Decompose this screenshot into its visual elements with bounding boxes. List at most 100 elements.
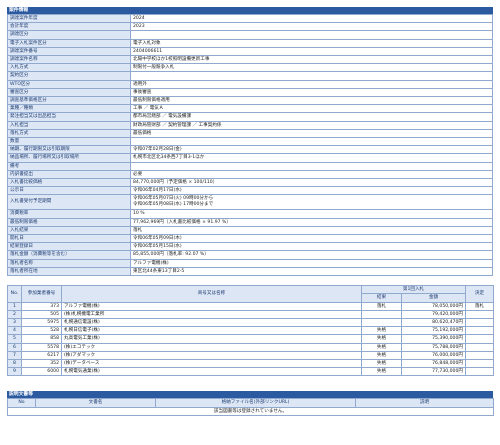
bid-company-name: (株)札幌機電工業所 xyxy=(61,309,362,319)
bid-participant-code: 505 xyxy=(21,309,62,319)
info-row: 電子入札案件区分 電子入札対象 xyxy=(7,38,493,48)
bid-result xyxy=(361,317,402,328)
doc-col-name: 文書名 xyxy=(35,398,156,408)
bid-result: 失格 xyxy=(361,326,402,336)
bid-no: 6 xyxy=(7,342,22,352)
info-value xyxy=(130,71,493,81)
info-row: 落札者名称 アルファ電機(株) xyxy=(7,258,493,268)
bid-no: 5 xyxy=(7,334,22,344)
info-label: 電子入札案件区分 xyxy=(7,38,131,48)
bid-amount: 77,730,000円 xyxy=(401,367,466,377)
info-value: 令和06年05月15日(水) xyxy=(130,242,493,252)
info-label: 数量 xyxy=(7,137,131,147)
info-label: 審査区分 xyxy=(7,87,131,98)
info-label: 調達案件年度 xyxy=(7,13,131,24)
info-value-line: 令和06年05月08日(水) 17時00分まで xyxy=(133,202,214,208)
bid-decision xyxy=(465,367,494,377)
bid-decision xyxy=(465,309,494,319)
bid-participant-code: 352 xyxy=(21,358,62,369)
info-row: 審査区分 事後審査 xyxy=(7,87,493,98)
doc-col-no: No xyxy=(7,398,36,408)
doc-col-desc: 説明 xyxy=(355,398,494,408)
bid-amount: 79,420,000円 xyxy=(401,309,466,319)
info-value xyxy=(130,161,493,171)
col-header-result: 結果 xyxy=(361,293,402,303)
info-value: 令和07年02月28日(金) xyxy=(130,145,493,155)
info-row: 数量 xyxy=(7,137,493,147)
info-row: 契約区分 xyxy=(7,71,493,81)
info-value: 東区北44条東13丁目2-5 xyxy=(130,266,493,277)
info-label: 落札者所在地 xyxy=(7,266,131,277)
info-row: 納期、履行期限又は引取期限 令和07年02月28日(金) xyxy=(7,145,493,155)
info-row: 最低制限価格 77,962,969円（入札書比較価格 × 91.97 %） xyxy=(7,217,493,227)
bid-participant-code: 858 xyxy=(21,334,62,344)
bid-participant-code: 6000 xyxy=(21,367,62,377)
bid-no: 3 xyxy=(7,317,22,328)
info-value: 都市局営繕部 ／ 電気設備課 xyxy=(130,112,493,122)
info-label: 落札者名称 xyxy=(7,258,131,268)
info-label: 消費税率 xyxy=(7,209,131,219)
table-row: 1 373 アルファ電機(株) 落札 78,050,000円 落札 xyxy=(7,301,494,311)
info-value: 事後審査 xyxy=(130,87,493,98)
info-value: 77,962,969円（入札書比較価格 × 91.97 %） xyxy=(130,217,493,227)
bid-participant-code: 6217 xyxy=(21,350,62,360)
info-row: 消費税率 10 % xyxy=(7,209,493,219)
info-value: 10 % xyxy=(130,209,493,219)
info-label: 入札書受付予定期間 xyxy=(7,194,131,211)
info-row: 落札方式 最低価格 xyxy=(7,128,493,139)
bid-results-table: No. 参加業者番号 商号又は名称 第1回入札 決定 結果 金額 1 373 アルフ… xyxy=(7,285,494,377)
info-row: 調達案件名称 北陽中学校ほか1校照明設備更新工事 xyxy=(7,55,493,65)
info-value: 適用外 xyxy=(130,79,493,89)
info-value: 電子入札対象 xyxy=(130,38,493,48)
bid-decision xyxy=(465,334,494,344)
section-header-documents: 説明文書等 xyxy=(7,391,493,399)
info-value: 令和06年04月17日(水) xyxy=(130,186,493,196)
info-row: 調達案件年度 2024 xyxy=(7,13,493,24)
table-row: 6 5578 (株)エコテック 失格 75,788,000円 xyxy=(7,342,494,352)
bid-participant-code: 5578 xyxy=(21,342,62,352)
info-row: 調達区分 xyxy=(7,30,493,40)
info-value: 2024 xyxy=(130,13,493,24)
info-value: 工事 ／ 電気Ａ xyxy=(130,104,493,114)
info-row: 落札者所在地 東区北44条東13丁目2-5 xyxy=(7,266,493,277)
table-row: 2 505 (株)札幌機電工業所 79,420,000円 xyxy=(7,309,494,319)
bid-result: 落札 xyxy=(361,301,402,311)
bid-no: 8 xyxy=(7,358,22,369)
table-row: 9 6000 札幌電気通業(株) 失格 77,730,000円 xyxy=(7,367,494,377)
bid-no: 9 xyxy=(7,367,22,377)
bid-company-name: アルファ電機(株) xyxy=(61,301,362,311)
bid-result: 失格 xyxy=(361,367,402,377)
info-label: 公示日 xyxy=(7,186,131,196)
col-header-name: 商号又は名称 xyxy=(61,285,362,303)
info-label: 入札方式 xyxy=(7,63,131,73)
bid-result: 失格 xyxy=(361,342,402,352)
page: 案件情報 調達案件年度 2024 会計年度 2023 調達区分 電子入札案件区分 電子入札対… xyxy=(7,7,494,416)
info-label: 落札方式 xyxy=(7,128,131,139)
table-row: 8 352 (株)データベース 失格 76,848,000円 xyxy=(7,358,494,369)
documents-table: No 文書名 格納ファイル名(外部リンクURL) 説明 該当図書等は登録されてい… xyxy=(7,398,494,416)
info-label: 調達区分 xyxy=(7,30,131,40)
info-value xyxy=(130,137,493,147)
info-label: 業種／種類 xyxy=(7,104,131,114)
documents-empty-message: 該当図書等は登録されていません。 xyxy=(7,406,494,416)
info-row: WTO区分 適用外 xyxy=(7,79,493,89)
info-row: 入札方式 制限付一般競争入札 xyxy=(7,63,493,73)
doc-col-file: 格納ファイル名(外部リンクURL) xyxy=(155,398,356,408)
table-row: 7 6217 (株)アダマック 失格 76,000,000円 xyxy=(7,350,494,360)
info-value: 最低価格 xyxy=(130,128,493,139)
info-row: 会計年度 2023 xyxy=(7,22,493,32)
bid-participant-code: 5975 xyxy=(21,317,62,328)
info-value: 財政局管財部 ／ 契約管理課 ／ 工事契約係 xyxy=(130,120,493,130)
bid-results-body: 1 373 アルファ電機(株) 落札 78,050,000円 落札 2 505 (株)札幌機電工… xyxy=(7,301,494,377)
bid-amount: 75,390,000円 xyxy=(401,334,466,344)
info-label: WTO区分 xyxy=(7,79,131,89)
bid-company-name: 丸高電気工業(株) xyxy=(61,334,362,344)
table-row: 5 858 丸高電気工業(株) 失格 75,390,000円 xyxy=(7,334,494,344)
bid-decision xyxy=(465,358,494,369)
info-label: 納期、履行期限又は引取期限 xyxy=(7,145,131,155)
case-info-table: 調達案件年度 2024 会計年度 2023 調達区分 電子入札案件区分 電子入札対象 調達案件… xyxy=(7,13,493,277)
info-value: 北陽中学校ほか1校照明設備更新工事 xyxy=(130,55,493,65)
bid-result: 失格 xyxy=(361,334,402,344)
info-row: 公示日 令和06年04月17日(水) xyxy=(7,186,493,196)
